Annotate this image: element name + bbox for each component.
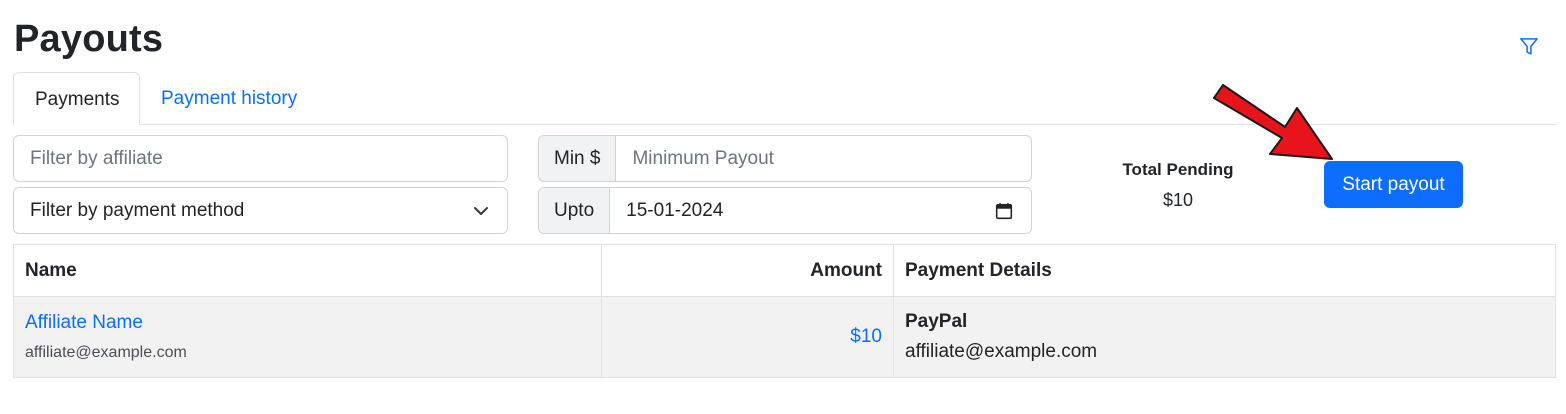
table-header-row: Name Amount Payment Details xyxy=(13,244,1556,297)
payment-details-email: affiliate@example.com xyxy=(905,341,1098,362)
min-payout-addon: Min $ xyxy=(539,136,617,181)
page-title: Payouts xyxy=(14,18,164,60)
amount-link[interactable]: $10 xyxy=(850,326,882,347)
start-payout-button[interactable]: Start payout xyxy=(1324,161,1463,208)
affiliate-email: affiliate@example.com xyxy=(25,344,187,361)
upto-addon: Upto xyxy=(539,188,611,233)
min-payout-input[interactable] xyxy=(616,136,1031,181)
calendar-icon[interactable] xyxy=(995,202,1013,220)
upto-date-input[interactable]: 15-01-2024 xyxy=(610,188,995,233)
tab-payments[interactable]: Payments xyxy=(13,72,140,125)
total-pending-value: $10 xyxy=(1162,190,1194,210)
min-payout-group: Min $ xyxy=(538,135,1032,182)
tab-bar: Payments Payment history xyxy=(13,72,1556,125)
total-pending-label: Total Pending xyxy=(1122,160,1234,179)
tab-payment-history[interactable]: Payment history xyxy=(140,72,318,125)
cell-amount: $10 xyxy=(601,296,894,378)
cell-name: Affiliate Name affiliate@example.com xyxy=(13,296,602,378)
payment-method-select[interactable]: Filter by payment method xyxy=(13,187,508,234)
payment-method-name: PayPal xyxy=(905,311,968,332)
upto-date-group: Upto 15-01-2024 xyxy=(538,187,1032,234)
cell-payment-details: PayPal affiliate@example.com xyxy=(893,296,1556,378)
column-header-payment-details: Payment Details xyxy=(893,244,1556,297)
affiliate-name-link[interactable]: Affiliate Name xyxy=(25,312,590,334)
payment-method-selected: Filter by payment method xyxy=(30,199,245,221)
column-header-name: Name xyxy=(13,244,602,297)
payouts-table: Name Amount Payment Details Affiliate Na… xyxy=(13,244,1556,378)
chevron-down-icon xyxy=(474,207,488,215)
affiliate-filter-input[interactable] xyxy=(14,136,507,181)
column-header-amount: Amount xyxy=(601,244,894,297)
filter-funnel-icon[interactable] xyxy=(1519,37,1539,57)
table-row: Affiliate Name affiliate@example.com $10… xyxy=(13,296,1556,378)
affiliate-filter-field xyxy=(13,135,508,182)
